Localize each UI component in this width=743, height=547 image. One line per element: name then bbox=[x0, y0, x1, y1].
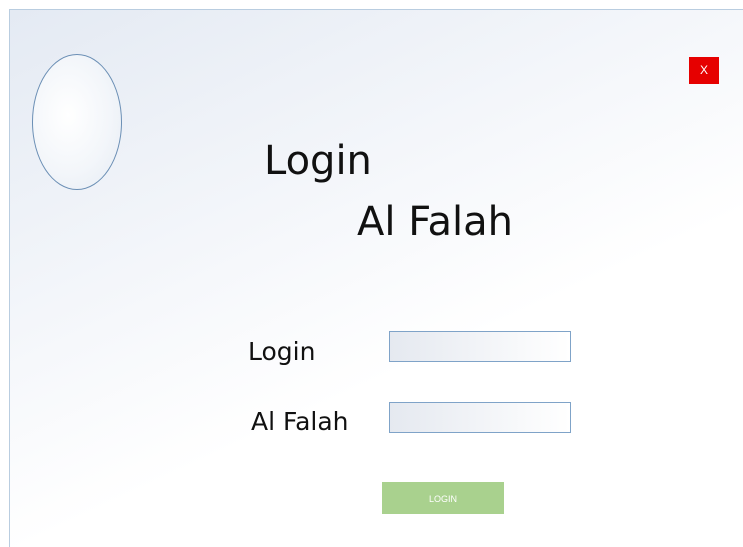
al-falah-input[interactable] bbox=[389, 402, 571, 433]
login-button[interactable]: LOGIN bbox=[382, 482, 504, 514]
close-button[interactable]: X bbox=[689, 57, 719, 84]
page-title-line-1: Login bbox=[264, 138, 372, 184]
page-title-line-2: Al Falah bbox=[357, 199, 514, 245]
login-field-label: Login bbox=[248, 337, 316, 366]
logo-oval-icon bbox=[32, 54, 122, 190]
login-input[interactable] bbox=[389, 331, 571, 362]
login-window bbox=[9, 9, 743, 547]
al-falah-field-label: Al Falah bbox=[251, 407, 349, 436]
